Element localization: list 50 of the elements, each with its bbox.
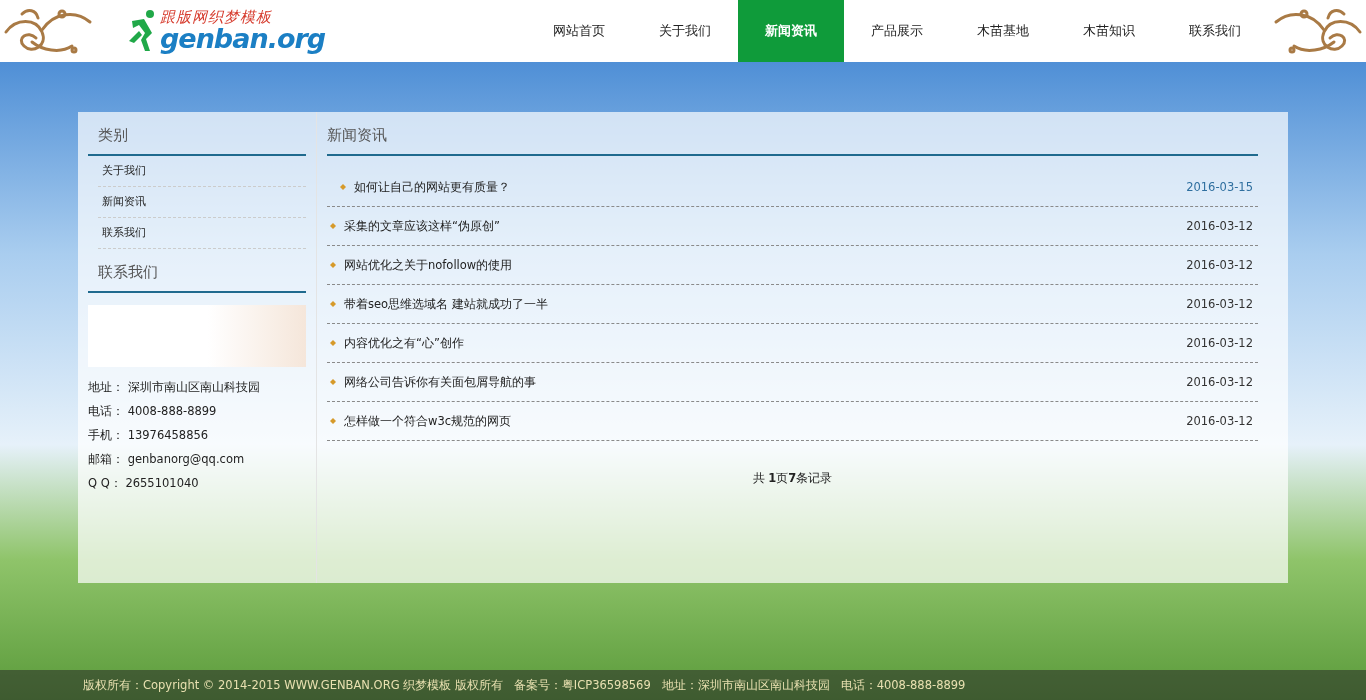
logo-chinese-text: 跟版网织梦模板	[160, 10, 273, 25]
news-date: 2016-03-12	[1186, 219, 1253, 233]
bullet-icon	[330, 262, 336, 268]
news-row[interactable]: 怎样做一个符合w3c规范的网页 2016-03-12	[327, 402, 1258, 441]
section-title: 新闻资讯	[327, 112, 1258, 156]
pagination-text: 共 1页7条记录	[751, 471, 834, 486]
news-link[interactable]: 怎样做一个符合w3c规范的网页	[344, 413, 512, 429]
news-link[interactable]: 内容优化之有“心”创作	[344, 335, 464, 351]
news-row[interactable]: 采集的文章应该这样“伪原创” 2016-03-12	[327, 207, 1258, 246]
nav-tab[interactable]: 联系我们	[1162, 0, 1268, 62]
nav-tab[interactable]: 网站首页	[526, 0, 632, 62]
contact-info: 地址： 深圳市南山区南山科技园	[88, 379, 261, 396]
category-link[interactable]: 新闻资讯	[98, 187, 306, 218]
nav-tab[interactable]: 木苗基地	[950, 0, 1056, 62]
news-date: 2016-03-12	[1186, 375, 1253, 389]
contact-info: 电话： 4008-888-8899	[88, 403, 218, 420]
news-link[interactable]: 采集的文章应该这样“伪原创”	[344, 218, 500, 234]
news-date: 2016-03-12	[1186, 336, 1253, 350]
news-link[interactable]: 网络公司告诉你有关面包屑导航的事	[344, 374, 536, 390]
bullet-icon	[330, 301, 336, 307]
news-date: 2016-03-15	[1186, 180, 1253, 194]
bullet-icon	[330, 418, 336, 424]
bullet-icon	[330, 340, 336, 346]
news-row[interactable]: 带着seo思维选域名 建站就成功了一半 2016-03-12	[327, 285, 1258, 324]
nav-tab[interactable]: 产品展示	[844, 0, 950, 62]
news-link[interactable]: 带着seo思维选域名 建站就成功了一半	[344, 296, 548, 312]
news-date: 2016-03-12	[1186, 414, 1253, 428]
news-row[interactable]: 网络公司告诉你有关面包屑导航的事 2016-03-12	[327, 363, 1258, 402]
bullet-icon	[330, 223, 336, 229]
nav-tab[interactable]: 新闻资讯	[738, 0, 844, 62]
bullet-icon	[340, 184, 346, 190]
news-row[interactable]: 网站优化之关于nofollow的使用 2016-03-12	[327, 246, 1258, 285]
news-link[interactable]: 网站优化之关于nofollow的使用	[344, 257, 513, 273]
nav-tab[interactable]: 关于我们	[632, 0, 738, 62]
news-date: 2016-03-12	[1186, 297, 1253, 311]
category-link[interactable]: 联系我们	[98, 218, 306, 249]
news-row[interactable]: 内容优化之有“心”创作 2016-03-12	[327, 324, 1258, 363]
section-title: 联系我们	[88, 249, 306, 293]
logo-text: genban.org	[160, 25, 326, 52]
category-link[interactable]: 关于我们	[98, 156, 306, 187]
news-row[interactable]: 如何让自己的网站更有质量？ 2016-03-15	[327, 168, 1258, 207]
news-link[interactable]: 如何让自己的网站更有质量？	[354, 179, 510, 195]
contact-info: 手机： 13976458856	[88, 427, 210, 444]
nav-tab[interactable]: 木苗知识	[1056, 0, 1162, 62]
section-title: 类别	[88, 112, 306, 156]
news-date: 2016-03-12	[1186, 258, 1253, 272]
bullet-icon	[330, 379, 336, 385]
contact-info: Q Q： 2655101040	[88, 475, 200, 492]
contact-info: 邮箱： genbanorg@qq.com	[88, 451, 246, 468]
footer-text: 版权所有：Copyright © 2014-2015 WWW.GENBAN.ORG 织梦模板 版权所有 备案号：粤ICP36598569 地址：深圳市南山区南山科技园 电话：4008-888-8899	[83, 677, 966, 693]
